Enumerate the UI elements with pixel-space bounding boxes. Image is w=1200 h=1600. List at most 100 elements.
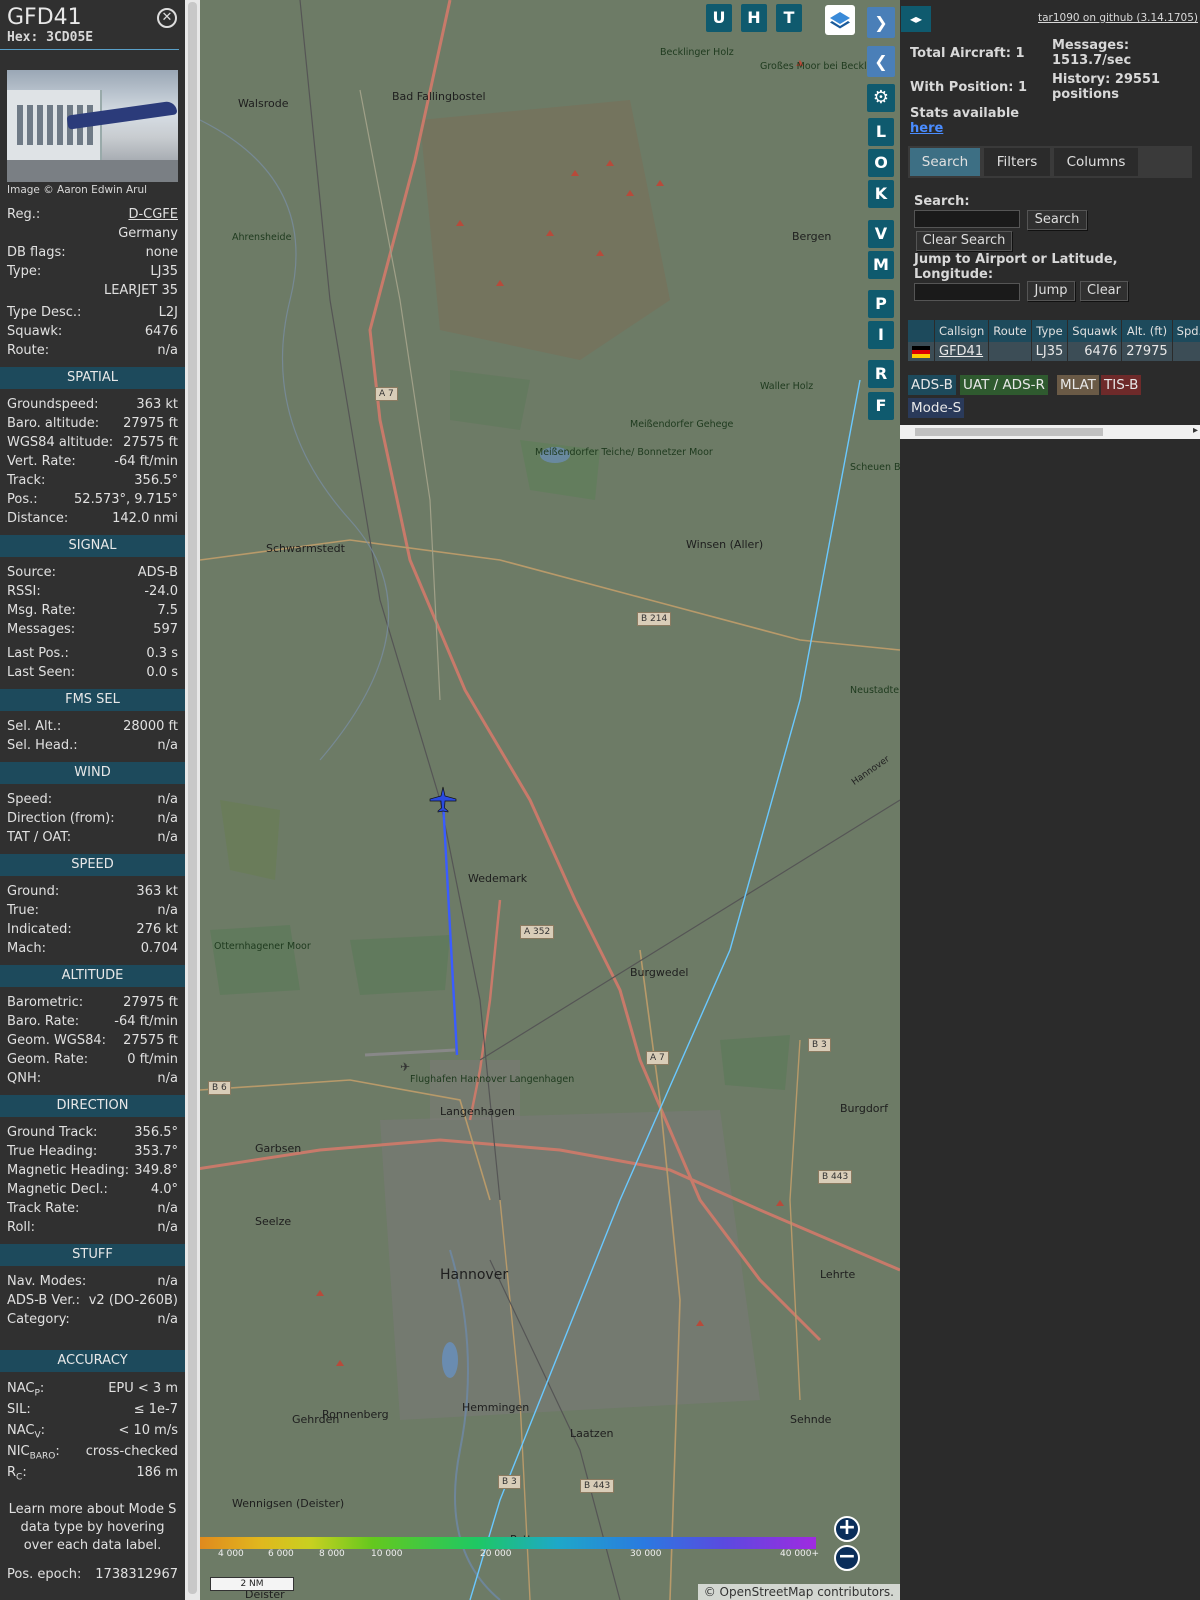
table-body: GFD41 LJ35 6476 27975 bbox=[908, 342, 1200, 361]
column-header-spd[interactable]: Spd. bbox=[1172, 320, 1200, 342]
info-row: Last Seen: 0.0 s bbox=[0, 663, 185, 682]
callsign-cell[interactable]: GFD41 bbox=[934, 342, 990, 361]
layers-icon[interactable] bbox=[825, 5, 855, 35]
map-button-k[interactable]: K bbox=[868, 180, 894, 208]
info-value: 597 bbox=[153, 622, 178, 637]
table-row[interactable]: GFD41 LJ35 6476 27975 bbox=[908, 342, 1200, 361]
place-label: Scheuen Bruch bbox=[850, 462, 900, 473]
column-header-route[interactable]: Route bbox=[988, 320, 1032, 342]
map-button-p[interactable]: P bbox=[868, 290, 894, 318]
info-row: Direction (from): n/a bbox=[0, 809, 185, 828]
expand-toggle-icon[interactable]: ◂▸ bbox=[901, 6, 931, 32]
jump-input[interactable] bbox=[914, 283, 1020, 301]
road-badge: B 214 bbox=[637, 612, 672, 626]
map-attribution[interactable]: © OpenStreetMap contributors. bbox=[697, 1584, 900, 1600]
map-button-f[interactable]: F bbox=[868, 392, 894, 420]
map-button-m[interactable]: M bbox=[868, 251, 894, 279]
messages-rate: Messages: 1513.7/sec bbox=[1052, 38, 1132, 68]
info-value: n/a bbox=[157, 792, 178, 807]
plus-icon[interactable]: + bbox=[834, 1516, 860, 1542]
horizontal-scrollbar-thumb[interactable] bbox=[915, 428, 1103, 436]
info-row: Ground: 363 kt bbox=[0, 882, 185, 901]
sidebar: ◂▸ tar1090 on github (3.14.1705) Total A… bbox=[900, 0, 1200, 1600]
map-button-h[interactable]: H bbox=[741, 4, 767, 32]
scroll-right-icon[interactable]: ▸ bbox=[1193, 425, 1198, 436]
map-button-i[interactable]: I bbox=[868, 321, 894, 349]
column-header-type[interactable]: Type bbox=[1031, 320, 1069, 342]
chevron-right-icon[interactable]: ❯ bbox=[867, 7, 895, 38]
info-row: Track Rate: n/a bbox=[0, 1199, 185, 1218]
info-value: n/a bbox=[157, 811, 178, 826]
place-label: Neustadter Holz bbox=[850, 685, 900, 696]
road-badge: B 3 bbox=[808, 1038, 831, 1052]
info-value: 349.8° bbox=[134, 1163, 178, 1178]
map-button-o[interactable]: O bbox=[868, 149, 894, 177]
map-button-t[interactable]: T bbox=[776, 4, 802, 32]
place-label: Hannover bbox=[440, 1267, 509, 1283]
place-label: Wedemark bbox=[468, 872, 528, 885]
info-label: Track: bbox=[7, 473, 46, 488]
aircraft-table: Callsign Route Type Squawk Alt. (ft) Spd. GFD… bbox=[908, 320, 1200, 361]
stats-link[interactable]: here bbox=[910, 121, 943, 136]
clear-button[interactable]: Clear bbox=[1080, 281, 1128, 301]
info-value: 356.5° bbox=[134, 1125, 178, 1140]
column-header-flag[interactable] bbox=[908, 320, 935, 342]
search-button[interactable]: Search bbox=[1027, 210, 1087, 230]
place-label: Meißendorfer Teiche/ Bonnetzer Moor bbox=[535, 448, 713, 458]
info-label: True: bbox=[7, 903, 39, 918]
airplane-icon[interactable] bbox=[429, 786, 457, 814]
map-button-r[interactable]: R bbox=[868, 360, 894, 388]
tab-filters[interactable]: Filters bbox=[984, 148, 1050, 176]
info-label: ADS-B Ver.: bbox=[7, 1293, 80, 1308]
info-label: Last Pos.: bbox=[7, 646, 69, 661]
column-header-alt-ft[interactable]: Alt. (ft) bbox=[1121, 320, 1173, 342]
section-header-signal: SIGNAL bbox=[0, 535, 185, 557]
altitude-color-scale bbox=[200, 1537, 816, 1549]
map-button-l[interactable]: L bbox=[868, 118, 894, 146]
info-value: LJ35 bbox=[150, 264, 178, 279]
jump-button[interactable]: Jump bbox=[1027, 281, 1075, 301]
version-link[interactable]: tar1090 on github (3.14.1705) bbox=[1038, 12, 1198, 24]
horizontal-scrollbar[interactable]: ▸ bbox=[900, 425, 1200, 439]
info-label: Direction (from): bbox=[7, 811, 115, 826]
info-label: Groundspeed: bbox=[7, 397, 99, 412]
altitude-tick: 8 000 bbox=[319, 1549, 345, 1559]
info-row: Geom. WGS84: 27575 ft bbox=[0, 1031, 185, 1050]
info-label: Type: bbox=[7, 264, 42, 279]
close-icon[interactable]: ✕ bbox=[157, 8, 177, 28]
source-badge-mlat: MLAT bbox=[1057, 375, 1099, 395]
map-button-v[interactable]: V bbox=[868, 220, 894, 248]
road-badge: A 7 bbox=[646, 1051, 669, 1065]
search-input[interactable] bbox=[914, 210, 1020, 228]
info-row: Route: n/a bbox=[0, 341, 185, 360]
column-header-callsign[interactable]: Callsign bbox=[934, 320, 990, 342]
info-value: n/a bbox=[157, 1312, 178, 1327]
info-value: L2J bbox=[158, 305, 178, 320]
info-label: Route: bbox=[7, 343, 50, 358]
registration-link[interactable]: D-CGFE bbox=[128, 205, 178, 224]
altitude-tick: 6 000 bbox=[268, 1549, 294, 1559]
info-row: RC: 186 m bbox=[0, 1462, 185, 1483]
chevron-left-icon[interactable]: ❮ bbox=[867, 46, 895, 77]
info-label: Baro. Rate: bbox=[7, 1014, 80, 1029]
map-view[interactable]: Bad Fallingbostel Walsrode Becklinger Holz… bbox=[200, 0, 900, 1600]
map-button-u[interactable]: U bbox=[706, 4, 732, 32]
info-value: ADS-B bbox=[137, 565, 178, 580]
aircraft-photo[interactable] bbox=[7, 70, 178, 182]
info-label: Category: bbox=[7, 1312, 70, 1327]
info-label: RSSI: bbox=[7, 584, 41, 599]
info-value: 27575 ft bbox=[123, 435, 178, 450]
tab-search[interactable]: Search bbox=[910, 148, 980, 176]
info-scrollbar-thumb[interactable] bbox=[188, 2, 197, 1594]
clear-search-button[interactable]: Clear Search bbox=[916, 231, 1012, 251]
minus-icon[interactable]: − bbox=[834, 1545, 860, 1571]
gear-icon[interactable]: ⚙ bbox=[867, 84, 895, 112]
tab-columns[interactable]: Columns bbox=[1054, 148, 1138, 176]
info-value: 0.0 s bbox=[146, 665, 178, 680]
help-note: Learn more about Mode S data type by hov… bbox=[8, 1502, 177, 1553]
info-value: 142.0 nmi bbox=[112, 511, 178, 526]
info-label: NACV: bbox=[7, 1423, 46, 1441]
info-label: NICBARO: bbox=[7, 1444, 60, 1462]
place-label: Schwarmstedt bbox=[266, 542, 345, 555]
column-header-squawk[interactable]: Squawk bbox=[1067, 320, 1123, 342]
